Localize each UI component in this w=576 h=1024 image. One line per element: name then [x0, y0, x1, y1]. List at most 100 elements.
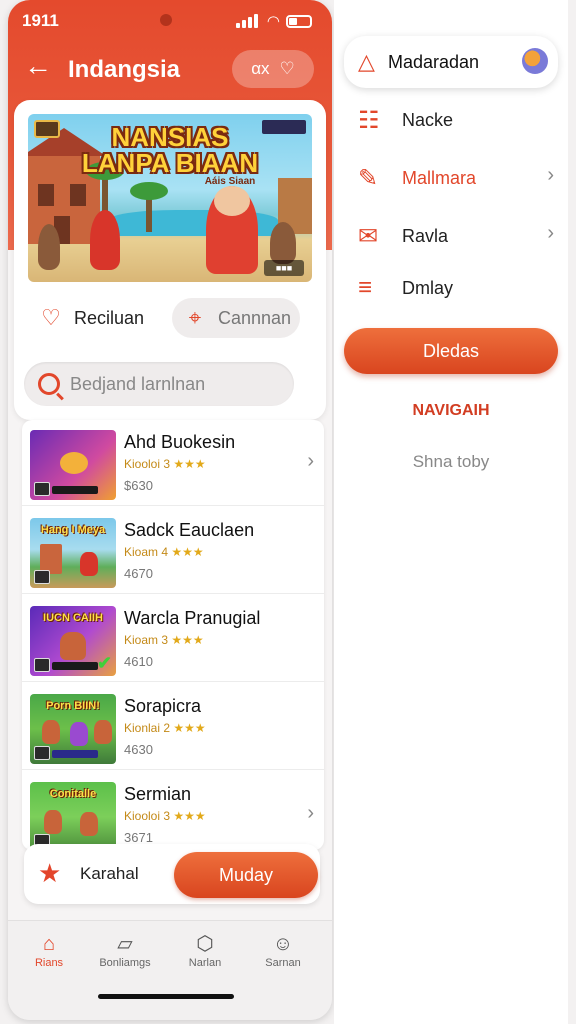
tab-box[interactable]: ⬡ Narlan [170, 931, 240, 969]
list-item[interactable]: Conitalle Sermian Kiooloi 3 ★★★ 3671 › [22, 772, 324, 850]
drawer-header[interactable]: △ Madaradan [344, 36, 558, 88]
navigation-drawer: △ Madaradan ☷ Nacke ✎ Mallmara › ✉ Ravla… [334, 0, 568, 1024]
wifi-icon: ◠ [266, 13, 280, 30]
drawer-item-nacke[interactable]: ☷ Nacke [344, 100, 558, 140]
search-placeholder: Bedjand larnlnan [70, 373, 206, 394]
tab-home[interactable]: ⌂ Rians [14, 931, 84, 969]
thumbnail-sprite [60, 452, 88, 474]
drawer-item-label: Nacke [402, 110, 454, 130]
thumbnail-badge-icon [34, 570, 50, 584]
game-name: Ahd Buokesin [124, 432, 236, 452]
drawer-item-dmlay[interactable]: ≡ Dmlay [344, 268, 558, 308]
tab-label: Narlan [188, 957, 222, 969]
tab-label: Bonliamgs [99, 957, 151, 969]
game-thumbnail: IUCN CAIIH ✔ [30, 606, 116, 676]
location-chip[interactable]: ⌖ Cannnan [172, 298, 300, 338]
primary-action-button[interactable]: Muday [174, 852, 318, 898]
game-price: 4610 [124, 654, 153, 669]
chevron-right-icon[interactable]: › [307, 802, 314, 825]
drawer-header-label: Madaradan [388, 52, 480, 72]
status-time: 1911 [22, 11, 59, 30]
camera-dot [160, 14, 172, 26]
menu-icon: ≡ [358, 274, 373, 301]
location-pin-icon: ⌖ [188, 305, 202, 330]
heart-outline-icon: ♡ [41, 305, 61, 330]
game-rating: Kionlai 2 ★★★ [124, 721, 206, 735]
list-item[interactable]: IUCN CAIIH ✔ Warcla Pranugial Kioam 3 ★★… [22, 596, 324, 682]
banner-corner-badge: ■■■ [264, 260, 304, 276]
chevron-right-icon[interactable]: › [307, 450, 314, 473]
home-icon: ⌂ [42, 933, 56, 955]
game-thumbnail: Conitalle [30, 782, 116, 850]
thumbnail-title: IUCN CAIIH [43, 612, 103, 624]
banner-palm [130, 182, 168, 232]
rating-stars-icon: ★★★ [173, 721, 206, 735]
favorite-chip-label: Reciluan [74, 307, 145, 328]
page-title: Indangsia [68, 56, 181, 83]
game-rating: Kioam 3 ★★★ [124, 633, 204, 647]
chevron-right-icon: › [547, 164, 554, 186]
thumbnail-progress-bar [52, 662, 98, 670]
tab-label: Rians [34, 957, 64, 969]
thumbnail-badge-icon [34, 482, 50, 496]
thumbnail-title: Conitalle [49, 788, 97, 800]
tab-bookings[interactable]: ▱ Bonliamgs [90, 931, 160, 969]
game-rating: Kiooloi 3 ★★★ [124, 809, 206, 823]
thumbnail-sprite [44, 810, 62, 834]
pill-label: αx [251, 59, 270, 78]
game-name: Sermian [124, 784, 192, 804]
banner-character-face [214, 186, 250, 216]
header-action-pill[interactable]: αx ♡ [232, 50, 314, 88]
banner-character [90, 210, 120, 270]
game-thumbnail [30, 430, 116, 500]
game-thumbnail: Porn BIIN! [30, 694, 116, 764]
drawer-item-ravla[interactable]: ✉ Ravla › [344, 216, 558, 256]
list-item[interactable]: Ahd Buokesin Kiooloi 3 ★★★ $630 › [22, 420, 324, 506]
drawer-item-mallmara[interactable]: ✎ Mallmara › [344, 158, 558, 198]
drawer-section-subtitle[interactable]: Shna toby [344, 452, 558, 472]
list-item[interactable]: Hang I Meya Sadck Eauclaen Kioam 4 ★★★ 4… [22, 508, 324, 594]
heart-icon[interactable]: ♡ [280, 59, 295, 79]
tab-profile[interactable]: ☺ Sarnan [248, 931, 318, 969]
thumbnail-title: Hang I Meya [40, 524, 106, 536]
rating-stars-icon: ★★★ [173, 457, 206, 471]
app-bar: ← Indangsia αx ♡ [8, 46, 332, 92]
drawer-item-label: Mallmara [402, 168, 477, 188]
action-bar-label: Karahal [80, 864, 139, 883]
thumbnail-sprite [42, 720, 60, 744]
rating-stars-icon: ★★★ [171, 633, 204, 647]
drawer-item-label: Dmlay [402, 278, 454, 298]
banner-badge-icon [34, 120, 60, 138]
drawer-primary-button[interactable]: Dledas [344, 328, 558, 374]
battery-icon [286, 15, 312, 28]
game-list: Ahd Buokesin Kiooloi 3 ★★★ $630 › Hang I… [22, 420, 324, 850]
game-name: Warcla Pranugial [124, 608, 261, 628]
thumbnail-sprite [80, 552, 98, 576]
chevron-right-icon: › [547, 222, 554, 244]
banner-badge-icon [262, 120, 306, 134]
search-icon [38, 373, 60, 395]
location-chip-label: Cannnan [218, 307, 292, 328]
box-icon: ⬡ [196, 933, 214, 955]
back-arrow-icon[interactable]: ← [24, 52, 52, 80]
drawer-item-label: Ravla [402, 226, 449, 246]
banner-character [38, 224, 60, 270]
thumbnail-sprite [94, 720, 112, 744]
pen-icon: ✎ [358, 165, 379, 192]
signal-icon [236, 14, 258, 28]
game-price: 4630 [124, 742, 153, 757]
list-item[interactable]: Porn BIIN! Sorapicra Kionlai 2 ★★★ 4630 [22, 684, 324, 770]
banner-title-line2: LANPA BIAAN [81, 148, 259, 178]
warning-triangle-icon: △ [358, 49, 375, 74]
avatar[interactable] [522, 48, 548, 74]
mail-icon: ✉ [358, 223, 379, 250]
search-input[interactable]: Bedjand larnlnan [24, 362, 294, 406]
app-screen: 1911 ◠ ← Indangsia αx ♡ NANSIAS LANPA BI… [8, 0, 332, 1020]
game-price: $630 [124, 478, 153, 493]
thumbnail-title: Porn BIIN! [46, 700, 100, 712]
favorite-chip[interactable]: ♡ Reciluan [28, 298, 158, 338]
rating-stars-icon: ★★★ [173, 809, 206, 823]
drawer-section-title: NAVIGAIH [412, 402, 490, 419]
banner-subtitle: Aáis Siaan [204, 176, 256, 187]
featured-banner-image[interactable]: NANSIAS LANPA BIAAN Aáis Siaan ■■■ [28, 114, 312, 282]
